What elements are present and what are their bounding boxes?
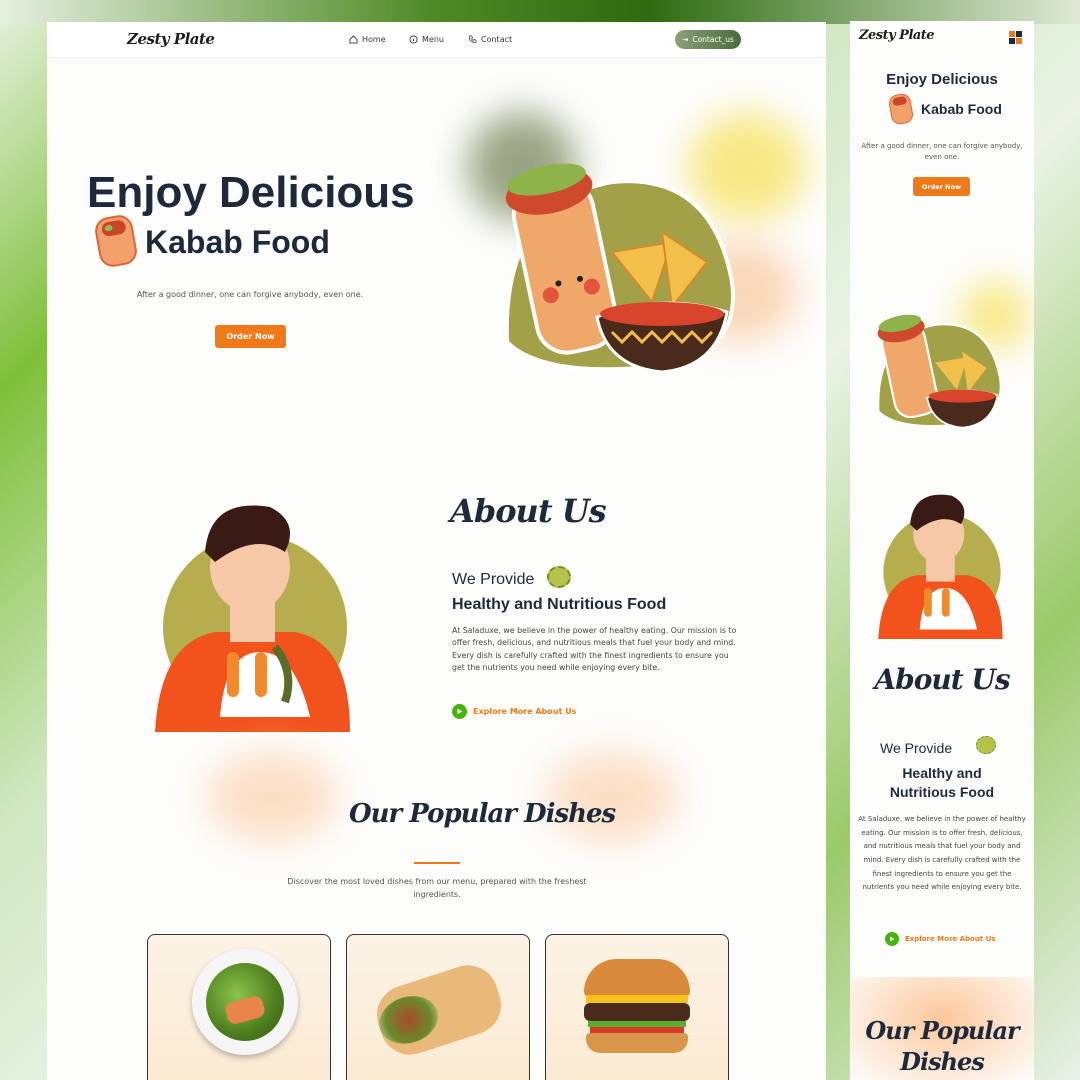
mobile-logo[interactable]: Zesty Plate: [859, 28, 935, 43]
dish-card[interactable]: [545, 934, 729, 1080]
mobile-play-icon: [885, 932, 899, 946]
mobile-about-illustration: [878, 494, 1003, 639]
mobile-popular-line1: Our Popular: [865, 1016, 1019, 1045]
explore-about-label: Explore More About Us: [473, 707, 577, 716]
wrap-image: [369, 957, 509, 1063]
heading-underline: [414, 862, 460, 864]
mobile-preview: Zesty Plate Enjoy Delicious Kabab Food A…: [850, 21, 1034, 1080]
about-body: At Saladuxe, we believe in the power of …: [452, 626, 737, 673]
about-line1: We Provide: [452, 571, 535, 588]
info-icon: [409, 35, 418, 44]
mobile-order-now-button[interactable]: Order Now: [913, 177, 970, 196]
contact-us-label: Contact_us: [692, 35, 734, 44]
salad-plate-image: [192, 949, 298, 1055]
hero-title-line1: Enjoy Delicious: [87, 168, 415, 217]
about-illustration: [155, 505, 350, 732]
nav-home[interactable]: Home: [349, 35, 386, 44]
burger-image: [584, 959, 690, 1055]
navbar: Zesty Plate Home Menu Contact ⇥ Contact_…: [47, 22, 826, 58]
mobile-explore-about-link[interactable]: Explore More About Us: [885, 932, 995, 946]
logo[interactable]: Zesty Plate: [127, 30, 215, 48]
order-now-button[interactable]: Order Now: [215, 325, 286, 348]
mobile-about-line1: We Provide: [880, 740, 953, 756]
explore-about-link[interactable]: Explore More About Us: [452, 704, 576, 719]
desktop-preview: Zesty Plate Home Menu Contact ⇥ Contact_…: [47, 22, 826, 1080]
mobile-about-line2a: Healthy and: [902, 765, 982, 781]
nav-contact[interactable]: Contact: [468, 35, 512, 44]
mobile-hero-title-line2: Kabab Food: [921, 101, 1002, 117]
popular-heading: Our Popular Dishes: [349, 799, 616, 829]
nav-menu[interactable]: Menu: [409, 35, 444, 44]
contact-us-button[interactable]: ⇥ Contact_us: [675, 30, 741, 49]
login-icon: ⇥: [682, 35, 689, 44]
mobile-about-body: At Saladuxe, we believe in the power of …: [858, 815, 1026, 892]
nav-contact-label: Contact: [481, 35, 513, 44]
mobile-salad-icon: [976, 736, 996, 754]
mobile-popular-line2: Dishes: [900, 1047, 985, 1076]
phone-icon: [468, 35, 477, 43]
mobile-kabab-illustration: [877, 314, 1002, 429]
mobile-wrap-icon: [887, 92, 915, 126]
menu-grid-icon[interactable]: [1009, 31, 1022, 44]
mobile-hero-title-line1: Enjoy Delicious: [886, 71, 998, 88]
wrap-icon: [92, 213, 140, 269]
nav-home-label: Home: [362, 35, 386, 44]
kabab-illustration: [504, 163, 735, 374]
mobile-explore-about-label: Explore More About Us: [905, 935, 996, 943]
salad-icon: [547, 566, 571, 588]
mobile-hero-subtitle: After a good dinner, one can forgive any…: [861, 142, 1023, 161]
play-icon: [452, 704, 467, 719]
mobile-about-heading: About Us: [874, 663, 1010, 696]
hero-subtitle: After a good dinner, one can forgive any…: [136, 290, 364, 299]
decor-blob-left: [207, 752, 337, 842]
nav-menu-label: Menu: [422, 35, 444, 44]
hero-title-line2: Kabab Food: [145, 224, 330, 260]
about-heading: About Us: [450, 492, 607, 530]
popular-description: Discover the most loved dishes from our …: [287, 877, 587, 899]
mobile-about-line2b: Nutritious Food: [889, 784, 995, 800]
home-icon: [349, 35, 358, 44]
dish-card[interactable]: [147, 934, 331, 1080]
about-line2: Healthy and Nutritious Food: [452, 596, 667, 613]
dish-card[interactable]: [346, 934, 530, 1080]
